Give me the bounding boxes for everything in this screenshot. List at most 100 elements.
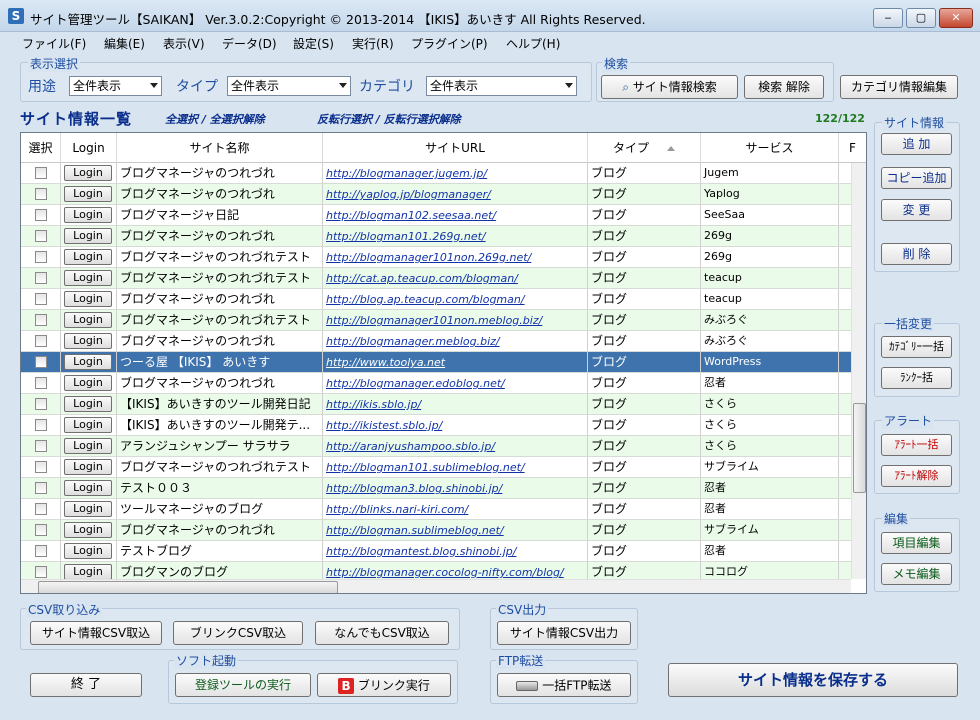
alert-bulk-button[interactable]: ｱﾗｰﾄ一括 — [881, 434, 952, 456]
col-site-url[interactable]: サイトURL — [323, 133, 588, 163]
menu-data[interactable]: データ(D) — [222, 35, 277, 52]
table-row[interactable]: Login ブログマネージャのつれづれ http://blog.ap.teacup.… — [21, 289, 851, 310]
site-url-link[interactable]: http://yaplog.jp/blogmanager/ — [326, 188, 491, 201]
row-checkbox[interactable] — [35, 419, 47, 431]
login-button[interactable]: Login — [64, 396, 112, 412]
category-select[interactable]: 全件表示 — [426, 76, 577, 96]
menu-help[interactable]: ヘルプ(H) — [506, 35, 560, 52]
site-url-link[interactable]: http://blogmanager101non.meblog.biz/ — [326, 314, 542, 327]
col-service[interactable]: サービス — [701, 133, 839, 163]
select-all-link[interactable]: 全選択 / 全選択解除 — [165, 111, 265, 127]
site-url-link[interactable]: http://blogman3.blog.shinobi.jp/ — [326, 482, 502, 495]
table-row[interactable]: Login つーる屋 【IKIS】 あいきす http://www.toolya.n… — [21, 352, 851, 373]
add-button[interactable]: 追 加 — [881, 133, 952, 155]
login-button[interactable]: Login — [64, 480, 112, 496]
exit-button[interactable]: 終 了 — [30, 673, 142, 697]
site-url-link[interactable]: http://blogmanager.jugem.jp/ — [326, 167, 487, 180]
table-row[interactable]: Login ブログマネージャ日記 http://blogman102.seesaa.… — [21, 205, 851, 226]
table-row[interactable]: Login 【IKIS】あいきすのツール開発テ... http://ikistest… — [21, 415, 851, 436]
site-url-link[interactable]: http://blogmanager.edoblog.net/ — [326, 377, 505, 390]
table-row[interactable]: Login ブログマネージャのつれづれテスト http://blogmanager1… — [21, 310, 851, 331]
login-button[interactable]: Login — [64, 312, 112, 328]
menu-plugin[interactable]: プラグイン(P) — [411, 35, 488, 52]
any-csv-import-button[interactable]: なんでもCSV取込 — [315, 621, 449, 645]
login-button[interactable]: Login — [64, 375, 112, 391]
rank-bulk-button[interactable]: ﾗﾝｸｰ括 — [881, 367, 952, 389]
table-row[interactable]: Login ツールマネージャのブログ http://blinks.nari-kiri… — [21, 499, 851, 520]
menu-run[interactable]: 実行(R) — [352, 35, 394, 52]
table-row[interactable]: Login ブログマネージャのつれづれ http://blogmanager.edo… — [21, 373, 851, 394]
table-row[interactable]: Login ブログマネージャのつれづれテスト http://blogman101.s… — [21, 457, 851, 478]
row-checkbox[interactable] — [35, 524, 47, 536]
login-button[interactable]: Login — [64, 270, 112, 286]
table-row[interactable]: Login ブログマネージャのつれづれ http://blogmanager.meb… — [21, 331, 851, 352]
site-url-link[interactable]: http://www.toolya.net — [326, 356, 445, 369]
table-row[interactable]: Login ブログマネージャのつれづれテスト http://blogmanager1… — [21, 247, 851, 268]
login-button[interactable]: Login — [64, 564, 112, 579]
table-row[interactable]: Login ブログマネージャのつれづれ http://blogman.sublime… — [21, 520, 851, 541]
col-select[interactable]: 選択 — [21, 133, 61, 163]
menu-view[interactable]: 表示(V) — [163, 35, 205, 52]
save-button[interactable]: サイト情報を保存する — [668, 663, 958, 697]
row-checkbox[interactable] — [35, 209, 47, 221]
register-tool-button[interactable]: 登録ツールの実行 — [175, 673, 311, 697]
category-bulk-button[interactable]: ｶﾃｺﾞﾘｰ一括 — [881, 336, 952, 358]
login-button[interactable]: Login — [64, 501, 112, 517]
table-row[interactable]: Login ブログマンのブログ http://blogmanager.cocolog… — [21, 562, 851, 579]
login-button[interactable]: Login — [64, 543, 112, 559]
login-button[interactable]: Login — [64, 186, 112, 202]
row-checkbox[interactable] — [35, 461, 47, 473]
row-checkbox[interactable] — [35, 482, 47, 494]
site-url-link[interactable]: http://blogman102.seesaa.net/ — [326, 209, 496, 222]
col-type[interactable]: タイプ — [588, 133, 701, 163]
site-url-link[interactable]: http://blogman.sublimeblog.net/ — [326, 524, 504, 537]
col-extra[interactable]: F — [839, 133, 866, 163]
row-checkbox[interactable] — [35, 314, 47, 326]
table-row[interactable]: Login テスト００３ http://blogman3.blog.shinobi.… — [21, 478, 851, 499]
login-button[interactable]: Login — [64, 228, 112, 244]
blink-run-button[interactable]: B ブリンク実行 — [317, 673, 451, 697]
login-button[interactable]: Login — [64, 291, 112, 307]
item-edit-button[interactable]: 項目編集 — [881, 532, 952, 554]
horizontal-scroll-thumb[interactable] — [38, 581, 338, 593]
menu-edit[interactable]: 編集(E) — [104, 35, 145, 52]
blink-csv-import-button[interactable]: ブリンクCSV取込 — [173, 621, 303, 645]
vertical-scrollbar[interactable] — [851, 163, 866, 579]
change-button[interactable]: 変 更 — [881, 199, 952, 221]
site-url-link[interactable]: http://cat.ap.teacup.com/blogman/ — [326, 272, 518, 285]
site-csv-export-button[interactable]: サイト情報CSV出力 — [497, 621, 631, 645]
row-checkbox[interactable] — [35, 230, 47, 242]
maximize-button[interactable]: ▢ — [906, 8, 936, 28]
row-checkbox[interactable] — [35, 398, 47, 410]
close-button[interactable]: ✕ — [939, 8, 973, 28]
table-row[interactable]: Login アランジュシャンプー サラサラ http://aranjyushampo… — [21, 436, 851, 457]
row-checkbox[interactable] — [35, 188, 47, 200]
memo-edit-button[interactable]: メモ編集 — [881, 563, 952, 585]
login-button[interactable]: Login — [64, 207, 112, 223]
row-checkbox[interactable] — [35, 167, 47, 179]
category-edit-button[interactable]: カテゴリ情報編集 — [840, 75, 958, 99]
invert-select-link[interactable]: 反転行選択 / 反転行選択解除 — [317, 111, 461, 127]
row-checkbox[interactable] — [35, 356, 47, 368]
site-url-link[interactable]: http://blogmantest.blog.shinobi.jp/ — [326, 545, 517, 558]
login-button[interactable]: Login — [64, 354, 112, 370]
site-url-link[interactable]: http://ikis.sblo.jp/ — [326, 398, 421, 411]
login-button[interactable]: Login — [64, 459, 112, 475]
site-url-link[interactable]: http://blogmanager.cocolog-nifty.com/blo… — [326, 566, 564, 579]
row-checkbox[interactable] — [35, 545, 47, 557]
table-row[interactable]: Login テストブログ http://blogmantest.blog.shino… — [21, 541, 851, 562]
menu-settings[interactable]: 設定(S) — [293, 35, 334, 52]
row-checkbox[interactable] — [35, 377, 47, 389]
table-row[interactable]: Login ブログマネージャのつれづれテスト http://cat.ap.teacu… — [21, 268, 851, 289]
row-checkbox[interactable] — [35, 566, 47, 578]
search-clear-button[interactable]: 検索 解除 — [744, 75, 824, 99]
site-url-link[interactable]: http://blinks.nari-kiri.com/ — [326, 503, 468, 516]
site-url-link[interactable]: http://blogmanager.meblog.biz/ — [326, 335, 500, 348]
site-url-link[interactable]: http://blogman101.sublimeblog.net/ — [326, 461, 525, 474]
col-site-name[interactable]: サイト名称 — [117, 133, 323, 163]
table-row[interactable]: Login 【IKIS】あいきすのツール開発日記 http://ikis.sblo.… — [21, 394, 851, 415]
site-url-link[interactable]: http://aranjyushampoo.sblo.jp/ — [326, 440, 495, 453]
login-button[interactable]: Login — [64, 438, 112, 454]
vertical-scroll-thumb[interactable] — [853, 403, 866, 493]
login-button[interactable]: Login — [64, 417, 112, 433]
